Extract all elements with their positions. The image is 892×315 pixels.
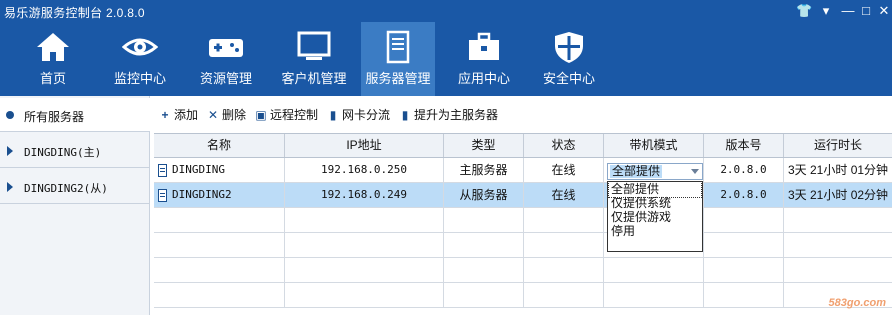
server-table: 名称 IP地址 类型 状态 带机模式 版本号 运行时长 DINGDING 192… [154, 133, 892, 315]
main-navigation: 首页 监控中心 资源管理 客户机管理 服务器管理 应用中心 安全中心 [0, 22, 892, 96]
nav-monitor-center[interactable]: 监控中心 [100, 22, 180, 96]
nav-label: 安全中心 [542, 71, 595, 86]
nav-security-center[interactable]: 安全中心 [529, 22, 609, 96]
column-header-type[interactable]: 类型 [444, 134, 524, 157]
sidebar-item-dingding2-slave[interactable]: DINGDING2(从) [0, 170, 150, 204]
nav-label: 客户机管理 [281, 71, 347, 86]
mode-dropdown-list: 全部提供 仅提供系统 仅提供游戏 停用 [607, 181, 703, 252]
title-bar: 易乐游服务控制台 2.0.8.0 👕 ▾ — □ ✕ [0, 0, 892, 22]
table-row-empty [154, 258, 892, 283]
server-row-icon[interactable] [158, 164, 167, 177]
sidebar-item-label: DINGDING(主) [24, 146, 102, 159]
nic-split-button[interactable]: ▮ 网卡分流 [327, 106, 390, 124]
nic-icon: ▮ [329, 108, 337, 122]
bullet-icon [6, 111, 14, 119]
mode-option-disabled[interactable]: 停用 [609, 224, 701, 239]
add-label: 添加 [174, 108, 199, 122]
promote-to-master-button[interactable]: ▮ 提升为主服务器 [399, 106, 498, 124]
close-icon[interactable]: ✕ [876, 3, 892, 19]
column-header-name[interactable]: 名称 [154, 134, 285, 157]
remote-control-button[interactable]: ▣ 远程控制 [255, 106, 318, 124]
column-header-version[interactable]: 版本号 [704, 134, 784, 157]
cell-uptime: 3天 21小时 01分钟 [788, 163, 889, 177]
shield-icon [555, 32, 583, 63]
cell-name: DINGDING [154, 158, 285, 182]
nav-label: 服务器管理 [365, 71, 431, 86]
column-header-ip[interactable]: IP地址 [285, 134, 444, 157]
table-row-empty [154, 208, 892, 233]
nav-client-management[interactable]: 客户机管理 [272, 22, 356, 96]
cell-status: 在线 [524, 158, 604, 182]
server-toolbar: + 添加 ✕ 删除 ▣ 远程控制 ▮ 网卡分流 ▮ 提升为主服务器 [151, 102, 892, 126]
delete-label: 删除 [222, 108, 247, 122]
table-row-empty [154, 233, 892, 258]
nav-app-center[interactable]: 应用中心 [444, 22, 524, 96]
sidebar-item-all-servers[interactable]: 所有服务器 [0, 98, 150, 132]
cell-version: 2.0.8.0 [704, 158, 784, 182]
expand-arrow-icon[interactable] [7, 146, 13, 156]
monitor-icon [297, 31, 331, 60]
column-header-uptime[interactable]: 运行时长 [784, 134, 892, 157]
maximize-icon[interactable]: □ [858, 3, 874, 19]
shirt-icon[interactable]: 👕 [796, 3, 812, 19]
home-icon [37, 33, 69, 61]
minimize-arrow-icon[interactable]: ▾ [818, 3, 834, 19]
remote-desktop-icon: ▣ [255, 108, 267, 122]
cell-type: 从服务器 [444, 183, 524, 207]
server-small-icon: ▮ [401, 108, 409, 122]
server-name: DINGDING2 [172, 188, 232, 201]
column-header-mode[interactable]: 带机模式 [604, 134, 704, 157]
toolbox-icon [469, 32, 499, 60]
table-row[interactable]: DINGDING 192.168.0.250 主服务器 在线 2.0.8.0 3… [154, 158, 892, 183]
mode-select[interactable]: 全部提供 [607, 163, 703, 180]
mode-option-system-only[interactable]: 仅提供系统 [609, 196, 701, 211]
server-sidebar: 所有服务器 DINGDING(主) DINGDING2(从) [0, 96, 150, 315]
cell-uptime: 3天 21小时 02分钟 [788, 188, 889, 202]
mode-option-all[interactable]: 全部提供 [608, 181, 702, 198]
nav-label: 监控中心 [113, 71, 166, 86]
add-button[interactable]: + 添加 [159, 106, 198, 124]
nic-split-label: 网卡分流 [342, 108, 391, 122]
gamepad-icon [209, 39, 243, 57]
remote-control-label: 远程控制 [270, 108, 319, 122]
table-header: 名称 IP地址 类型 状态 带机模式 版本号 运行时长 [154, 134, 892, 158]
chevron-down-icon[interactable] [691, 169, 699, 174]
server-name: DINGDING [172, 163, 225, 176]
cell-ip: 192.168.0.249 [285, 183, 444, 207]
nav-label: 资源管理 [199, 71, 252, 86]
plus-icon: + [161, 108, 169, 122]
cell-name: DINGDING2 [154, 183, 285, 207]
cell-version: 2.0.8.0 [704, 183, 784, 207]
app-title: 易乐游服务控制台 2.0.8.0 [4, 6, 145, 20]
cell-ip: 192.168.0.250 [285, 158, 444, 182]
column-header-status[interactable]: 状态 [524, 134, 604, 157]
sidebar-item-label: 所有服务器 [24, 110, 85, 124]
nav-label: 应用中心 [457, 71, 510, 86]
cell-status: 在线 [524, 183, 604, 207]
sidebar-item-dingding-master[interactable]: DINGDING(主) [0, 134, 150, 168]
minimize-icon[interactable]: — [840, 3, 856, 19]
delete-button[interactable]: ✕ 删除 [207, 106, 246, 124]
delete-x-icon: ✕ [207, 108, 219, 122]
eye-icon [122, 38, 158, 56]
mode-select-value: 全部提供 [610, 164, 663, 178]
nav-server-management[interactable]: 服务器管理 [361, 22, 435, 96]
server-row-icon[interactable] [158, 189, 167, 202]
nav-home[interactable]: 首页 [13, 22, 93, 96]
sidebar-item-label: DINGDING2(从) [24, 182, 108, 195]
cell-type: 主服务器 [444, 158, 524, 182]
watermark: 583go.com [828, 297, 886, 309]
nav-label: 首页 [39, 71, 66, 86]
table-row-selected[interactable]: DINGDING2 192.168.0.249 从服务器 在线 2.0.8.0 … [154, 183, 892, 208]
mode-option-game-only[interactable]: 仅提供游戏 [609, 210, 701, 225]
nav-resource-management[interactable]: 资源管理 [186, 22, 266, 96]
promote-label: 提升为主服务器 [414, 108, 499, 122]
server-icon [386, 30, 410, 64]
expand-arrow-icon[interactable] [7, 182, 13, 192]
table-row-empty [154, 283, 892, 308]
